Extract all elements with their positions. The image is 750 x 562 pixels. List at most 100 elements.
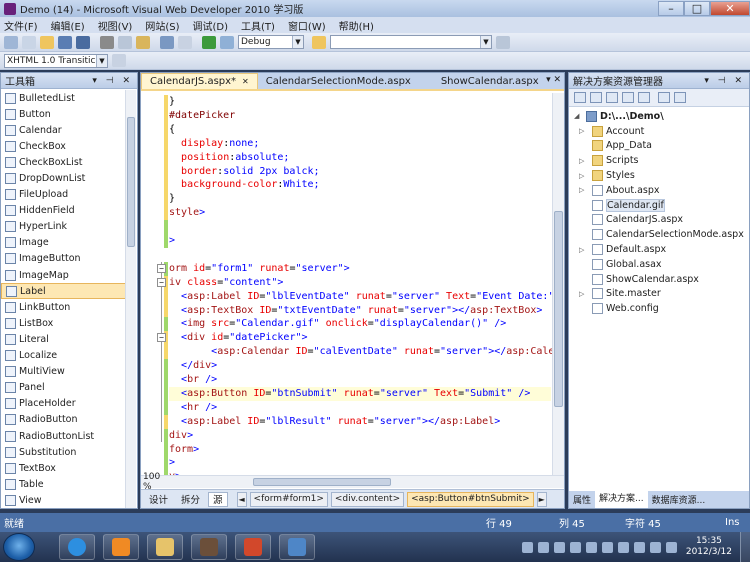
copy-icon[interactable] xyxy=(118,35,132,49)
panel-buttons[interactable]: ▾ ⊣ ✕ xyxy=(92,76,133,86)
toolbox-item-placeholder[interactable]: PlaceHolder xyxy=(1,396,126,412)
toolbox-item-radiobutton[interactable]: RadioButton xyxy=(1,412,126,428)
toolbox-item-bulletedlist[interactable]: BulletedList xyxy=(1,90,126,106)
design-view-button[interactable]: 设计 xyxy=(144,492,173,507)
collapse-icon[interactable]: − xyxy=(157,263,166,273)
solution-item[interactable]: Calendar.gif xyxy=(569,198,749,213)
menu-view[interactable]: 视图(V) xyxy=(98,18,133,33)
toolbox-item-imagemap[interactable]: ImageMap xyxy=(1,267,126,283)
add-item-icon[interactable] xyxy=(22,35,36,49)
solution-config-select[interactable]: Debug ▼ xyxy=(238,35,304,49)
tab-calendarselectionmode[interactable]: CalendarSelectionMode.aspx xyxy=(258,73,419,89)
menu-help[interactable]: 帮助(H) xyxy=(339,18,374,33)
scroll-thumb[interactable] xyxy=(253,478,391,486)
file-explorer-icon[interactable] xyxy=(147,534,183,560)
toolbox-item-label[interactable]: Label xyxy=(1,283,126,300)
chevron-right-icon[interactable]: ► xyxy=(536,491,547,507)
refresh-icon[interactable] xyxy=(590,92,602,103)
code-line[interactable]: display:none; xyxy=(169,137,259,151)
minimize-button[interactable]: – xyxy=(658,1,684,16)
toolbox-item-substitution[interactable]: Substitution xyxy=(1,444,126,460)
code-line[interactable]: iv class="content"> xyxy=(169,276,283,290)
tray-app-icon[interactable] xyxy=(553,541,565,553)
solution-item[interactable]: ▷ Scripts xyxy=(569,153,749,168)
chevron-right-icon[interactable]: ▷ xyxy=(579,186,584,194)
code-area[interactable]: } #datePicker{ display:none; position:abs… xyxy=(141,93,553,483)
scroll-thumb[interactable] xyxy=(127,117,135,247)
toolbox-item-dropdownlist[interactable]: DropDownList xyxy=(1,170,126,186)
chevron-down-icon[interactable]: ◢ xyxy=(574,112,579,120)
code-line[interactable]: form> xyxy=(169,443,199,457)
network-icon[interactable] xyxy=(569,541,581,553)
tab-calendarjs[interactable]: CalendarJS.aspx* ✕ xyxy=(141,73,258,89)
toolbox-item-calendar[interactable]: Calendar xyxy=(1,122,126,138)
toolbox-item-table[interactable]: Table xyxy=(1,476,126,492)
solution-item[interactable]: ▷ Styles xyxy=(569,168,749,183)
new-project-icon[interactable] xyxy=(4,35,18,49)
toolbox-item-checkboxlist[interactable]: CheckBoxList xyxy=(1,154,126,170)
chevron-right-icon[interactable]: ▷ xyxy=(579,172,584,180)
toolbar-overflow-icon[interactable] xyxy=(112,54,126,67)
code-line[interactable]: <div id="datePicker"> xyxy=(169,331,307,345)
breadcrumb-form[interactable]: <form#form1> xyxy=(249,491,328,507)
menu-website[interactable]: 网站(S) xyxy=(145,18,179,33)
toolbox-item-literal[interactable]: Literal xyxy=(1,331,126,347)
breadcrumb-div[interactable]: <div.content> xyxy=(330,491,405,507)
solution-item[interactable]: CalendarJS.aspx xyxy=(569,213,749,228)
keyboard-icon[interactable] xyxy=(617,541,629,553)
code-line[interactable]: background-color:White; xyxy=(169,178,319,192)
toolbox-item-hiddenfield[interactable]: HiddenField xyxy=(1,203,126,219)
solution-item[interactable]: ShowCalendar.aspx xyxy=(569,272,749,287)
step-icon[interactable] xyxy=(220,35,234,49)
view-code-icon[interactable] xyxy=(622,92,634,103)
cut-icon[interactable] xyxy=(100,35,114,49)
ime-icon[interactable] xyxy=(521,541,533,553)
paste-icon[interactable] xyxy=(136,35,150,49)
code-line[interactable]: <asp:Label ID="lblResult" runat="server"… xyxy=(169,415,500,429)
tab-database-explorer[interactable]: 数据库资源... xyxy=(648,493,710,506)
solution-item[interactable]: ▷ About.aspx xyxy=(569,183,749,198)
toolbox-item-imagebutton[interactable]: ImageButton xyxy=(1,251,126,267)
code-line[interactable]: border:solid 2px balck; xyxy=(169,165,319,179)
code-line[interactable]: #datePicker xyxy=(169,109,235,123)
toolbox-item-localize[interactable]: Localize xyxy=(1,348,126,364)
tray-app-icon[interactable] xyxy=(585,541,597,553)
toolbox-item-radiobuttonlist[interactable]: RadioButtonList xyxy=(1,428,126,444)
toolbar-overflow-icon[interactable] xyxy=(496,35,510,49)
solution-item[interactable]: Global.asax xyxy=(569,257,749,272)
code-line[interactable]: { xyxy=(169,123,175,137)
toolbox-item-panel[interactable]: Panel xyxy=(1,380,126,396)
tab-properties[interactable]: 属性 xyxy=(569,493,595,506)
toolbox-item-view[interactable]: View xyxy=(1,492,126,508)
toolbox-item-button[interactable]: Button xyxy=(1,106,126,122)
collapse-icon[interactable]: − xyxy=(157,277,166,287)
solution-item[interactable]: Web.config xyxy=(569,301,749,316)
breadcrumb-button[interactable]: <asp:Button#btnSubmit> xyxy=(407,491,534,507)
solution-root[interactable]: ◢ D:\...\Demo\ xyxy=(569,109,749,124)
code-line[interactable]: <asp:Button ID="btnSubmit" runat="server… xyxy=(169,386,551,401)
toolbox-item-textbox[interactable]: TextBox xyxy=(1,460,126,476)
code-line[interactable]: style> xyxy=(169,206,205,220)
close-icon[interactable]: ✕ xyxy=(242,77,249,86)
code-line[interactable]: </div> xyxy=(169,359,217,373)
view-designer-icon[interactable] xyxy=(638,92,650,103)
chevron-right-icon[interactable]: ▷ xyxy=(579,157,584,165)
code-line[interactable]: orm id="form1" runat="server"> xyxy=(169,262,350,276)
flag-icon[interactable] xyxy=(649,541,661,553)
solution-item[interactable]: ▷ Site.master xyxy=(569,287,749,302)
start-debugging-icon[interactable] xyxy=(202,35,216,49)
speaker-icon[interactable] xyxy=(665,541,677,553)
show-desktop-button[interactable] xyxy=(740,532,750,562)
chevron-right-icon[interactable]: ▷ xyxy=(579,246,584,254)
scroll-thumb[interactable] xyxy=(554,211,563,407)
find-combo[interactable]: ▼ xyxy=(330,35,492,49)
internet-explorer-icon[interactable] xyxy=(59,534,95,560)
save-all-icon[interactable] xyxy=(76,35,90,49)
code-line[interactable]: div> xyxy=(169,429,193,443)
toolbox-item-fileupload[interactable]: FileUpload xyxy=(1,187,126,203)
split-view-button[interactable]: 拆分 xyxy=(176,492,205,507)
undo-icon[interactable] xyxy=(160,35,174,49)
chevron-left-icon[interactable]: ◄ xyxy=(236,491,247,507)
maximize-button[interactable]: □ xyxy=(684,1,710,16)
source-view-button[interactable]: 源 xyxy=(208,491,228,507)
